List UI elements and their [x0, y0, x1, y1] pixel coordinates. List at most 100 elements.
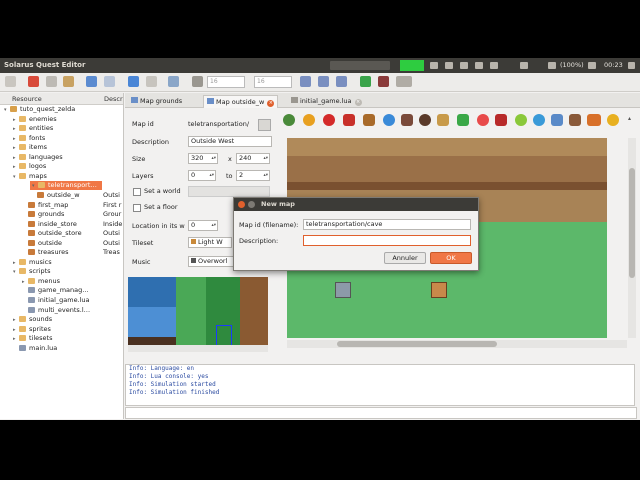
grid-height-field[interactable]: 16 [254, 76, 292, 88]
bluetooth-icon[interactable] [520, 62, 528, 69]
npc-icon[interactable] [419, 114, 431, 126]
tree-item[interactable]: ▸ sprites [0, 325, 123, 334]
tree-item[interactable]: ▾ maps [0, 172, 123, 181]
close-file-icon[interactable] [28, 76, 39, 87]
stairs-icon[interactable] [533, 114, 545, 126]
sensor-icon[interactable] [477, 114, 489, 126]
destructible-icon[interactable] [343, 114, 355, 126]
layer-2-icon[interactable] [336, 76, 347, 87]
music-select[interactable]: Overworl [188, 256, 236, 267]
tree-item[interactable]: ▾ tuto_quest_zelda [0, 105, 123, 114]
jumper-icon[interactable] [383, 114, 395, 126]
tileset-select[interactable]: Light W [188, 237, 232, 248]
gear-icon[interactable] [628, 62, 635, 69]
map-horizontal-scrollbar[interactable] [287, 340, 627, 348]
entity-toolbar-scroll-icon[interactable]: ▴ [628, 115, 631, 122]
rename-map-icon[interactable] [258, 119, 271, 131]
layers-min-spin[interactable]: 0 [188, 170, 216, 181]
tree-item-label: treasures [38, 248, 69, 257]
entities-visibility-icon[interactable] [396, 76, 412, 87]
layer-1-icon[interactable] [318, 76, 329, 87]
layers-max-spin[interactable]: 2 [236, 170, 270, 181]
run-icon[interactable] [128, 76, 139, 87]
tree-item[interactable]: ▸ tilesets [0, 334, 123, 343]
custom-entity-icon[interactable] [587, 114, 601, 126]
grid-width-field[interactable]: 16 [207, 76, 245, 88]
zoom-icon[interactable] [168, 76, 179, 87]
battery-icon[interactable] [548, 62, 556, 69]
dropbox-icon[interactable] [430, 62, 438, 69]
tree-item[interactable]: ▸ entities [0, 124, 123, 133]
network-icon[interactable] [490, 62, 498, 69]
crystal-icon[interactable] [515, 114, 527, 126]
tree-item[interactable]: initial_game.lua [0, 296, 123, 305]
tree-item[interactable]: ▸ menus [0, 277, 123, 286]
keyboard-icon[interactable] [475, 62, 483, 69]
tree-item[interactable]: ▸ sounds [0, 315, 123, 324]
dialog-description-input[interactable] [303, 235, 471, 246]
tree-item[interactable]: ▸ fonts [0, 134, 123, 143]
wall-icon[interactable] [495, 114, 507, 126]
show-traversables-icon[interactable] [360, 76, 371, 87]
tree-item[interactable]: ▾ scripts [0, 267, 123, 276]
set-floor-checkbox[interactable] [133, 204, 141, 212]
tileset-preview[interactable] [128, 277, 268, 352]
size-height-spin[interactable]: 240 [236, 153, 270, 164]
stop-icon[interactable] [146, 76, 157, 87]
tree-item[interactable]: ▸ items [0, 143, 123, 152]
undo-icon[interactable] [86, 76, 97, 87]
set-world-checkbox[interactable] [133, 188, 141, 196]
dialog-minimize-icon[interactable] [248, 201, 255, 208]
tab-map-outside-w[interactable]: Map outside_w × [203, 95, 279, 108]
column-description[interactable]: Descr [104, 95, 123, 103]
paste-icon[interactable] [63, 76, 74, 87]
door-icon[interactable] [551, 114, 563, 126]
tab-map-grounds[interactable]: Map grounds [128, 95, 185, 107]
location-x-spin[interactable]: 0 [188, 220, 218, 231]
column-resource[interactable]: Resource [12, 95, 42, 103]
redo-icon[interactable] [104, 76, 115, 87]
tree-item[interactable]: ▸ languages [0, 153, 123, 162]
dropbox-icon-2[interactable] [445, 62, 453, 69]
enemy-icon[interactable] [401, 114, 413, 126]
show-obstacles-icon[interactable] [378, 76, 389, 87]
description-field[interactable]: Outside West [188, 136, 272, 147]
tree-item-label: scripts [29, 267, 51, 276]
layer-0-icon[interactable] [300, 76, 311, 87]
copy-icon[interactable] [46, 76, 57, 87]
tree-item[interactable]: ▸ logos [0, 162, 123, 171]
tree-item[interactable]: main.lua [0, 344, 123, 353]
tab-initial-game-lua[interactable]: initial_game.lua × [288, 95, 365, 107]
bomb-icon[interactable] [607, 114, 619, 126]
destination-icon[interactable] [283, 114, 295, 126]
pickable-heart-icon[interactable] [323, 114, 335, 126]
map-vertical-scrollbar[interactable] [628, 138, 636, 338]
clock[interactable]: 00:23 [604, 61, 623, 69]
block-icon[interactable] [437, 114, 449, 126]
tree-item[interactable]: multi_events.l… [0, 306, 123, 315]
dialog-titlebar: New map [234, 198, 478, 211]
tree-item[interactable]: ▾ teletransport… [30, 181, 102, 191]
tileset-scrollbar[interactable] [128, 345, 268, 352]
tree-item[interactable]: ▸ enemies [0, 115, 123, 124]
cut-icon[interactable] [5, 76, 16, 87]
volume-icon[interactable] [588, 62, 596, 69]
tree-item[interactable]: ▸ musics [0, 258, 123, 267]
chest-icon[interactable] [363, 114, 375, 126]
close-tab-icon[interactable]: × [354, 99, 362, 106]
tree-item-label: entities [29, 124, 54, 133]
separator-icon[interactable] [569, 114, 581, 126]
switch-icon[interactable] [457, 114, 469, 126]
size-width-spin[interactable]: 320 [188, 153, 218, 164]
mail-icon[interactable] [460, 62, 468, 69]
map-id-filename-input[interactable]: teletransportation/cave [303, 219, 471, 230]
teletransporter-icon[interactable] [303, 114, 315, 126]
cancel-button[interactable]: Annuler [384, 252, 426, 264]
dialog-close-icon[interactable] [238, 201, 245, 208]
grid-icon[interactable] [192, 76, 203, 87]
tree-item[interactable]: game_manag… [0, 286, 123, 295]
close-tab-icon[interactable]: × [267, 100, 275, 107]
console-input[interactable] [125, 407, 637, 419]
map-icon [207, 98, 214, 104]
ok-button[interactable]: OK [430, 252, 472, 264]
